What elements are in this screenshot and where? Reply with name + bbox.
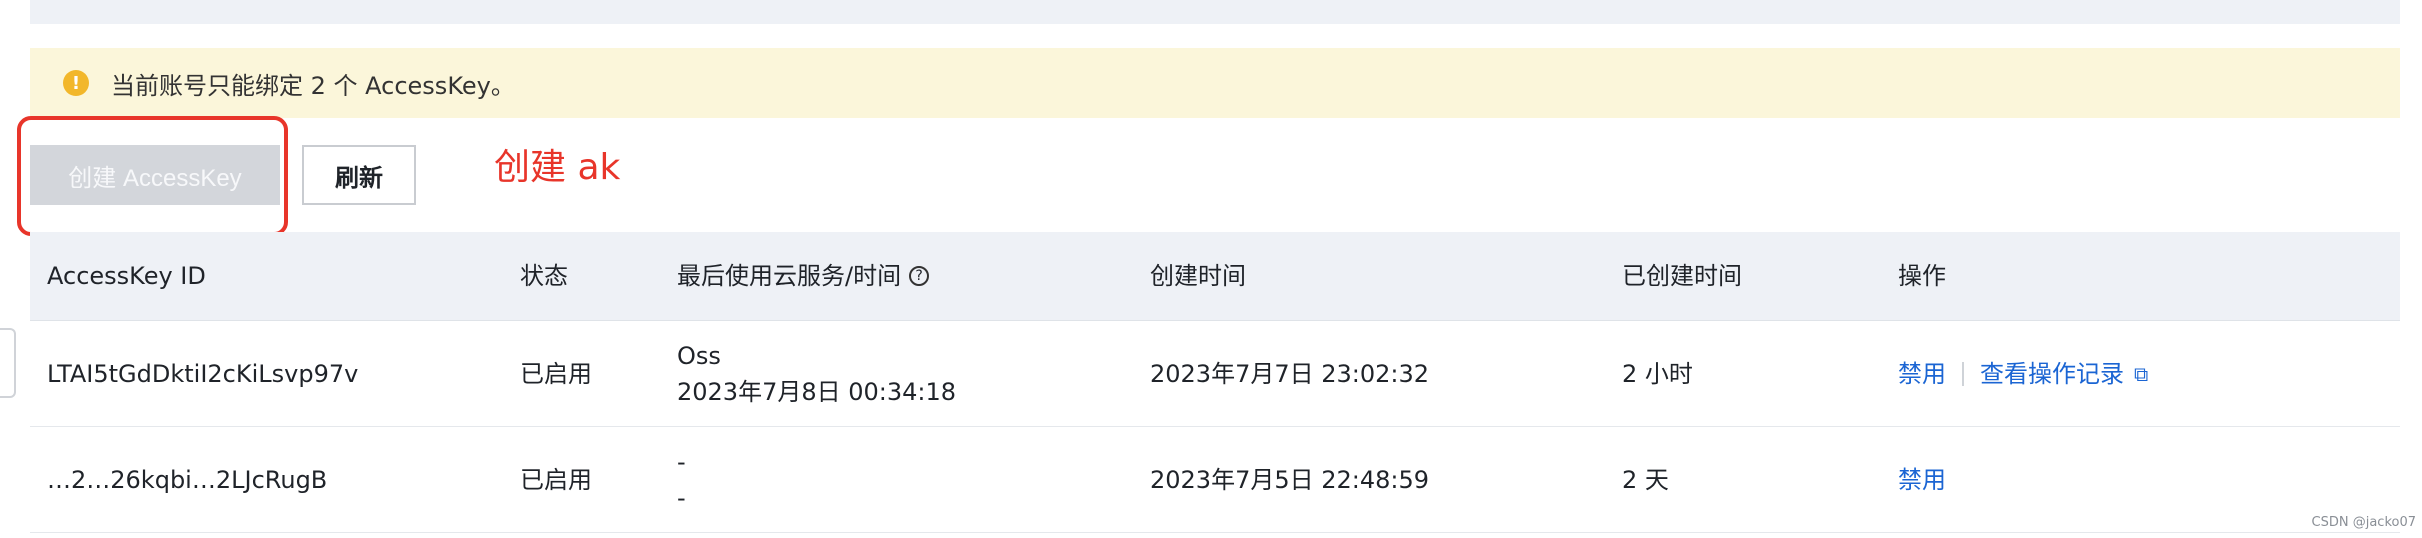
side-collapse-handle[interactable]	[0, 328, 16, 398]
status-text: 已启用	[520, 359, 592, 388]
age: 2 天	[1622, 465, 1669, 494]
header-age: 已创建时间	[1622, 262, 1742, 290]
watermark: CSDN @jacko07	[2311, 515, 2416, 530]
header-status: 状态	[520, 262, 568, 290]
created-at: 2023年7月5日 22:48:59	[1150, 465, 1430, 494]
last-used: - -	[677, 427, 686, 532]
warning-icon: !	[63, 70, 89, 96]
table-row: LTAI5tGdDktiI2cKiLsvp97v 已启用 Oss 2023年7月…	[30, 321, 2400, 427]
header-accesskey-id: AccessKey ID	[47, 262, 206, 290]
last-time: -	[677, 483, 686, 512]
disable-link[interactable]: 禁用	[1898, 356, 1946, 392]
info-alert: ! 当前账号只能绑定 2 个 AccessKey。	[30, 48, 2400, 118]
refresh-button[interactable]: 刷新	[302, 145, 416, 205]
top-panel-strip	[30, 0, 2400, 24]
row-operations: 禁用 查看操作记录 ⧉	[1898, 321, 2148, 426]
last-used: Oss 2023年7月8日 00:34:18	[677, 321, 956, 426]
accesskey-table: AccessKey ID 状态 最后使用云服务/时间 ? 创建时间 已创建时间 …	[30, 232, 2400, 533]
created-at: 2023年7月7日 23:02:32	[1150, 359, 1430, 388]
accesskey-id: …2…26kqbi…2LJcRugB	[47, 465, 328, 494]
alert-text: 当前账号只能绑定 2 个 AccessKey。	[111, 71, 515, 100]
table-row: …2…26kqbi…2LJcRugB 已启用 - - 2023年7月5日 22:…	[30, 427, 2400, 533]
header-last-used-label: 最后使用云服务/时间	[677, 262, 902, 290]
header-created-at: 创建时间	[1150, 262, 1246, 290]
table-header: AccessKey ID 状态 最后使用云服务/时间 ? 创建时间 已创建时间 …	[30, 232, 2400, 321]
last-service: Oss	[677, 341, 721, 370]
disable-link[interactable]: 禁用	[1898, 462, 1946, 498]
header-operations: 操作	[1898, 262, 1946, 290]
header-last-used: 最后使用云服务/时间 ?	[677, 232, 930, 320]
ops-separator	[1962, 361, 1964, 386]
external-link-icon[interactable]: ⧉	[2134, 356, 2148, 392]
annotation-highlight-box	[17, 116, 288, 236]
age: 2 小时	[1622, 359, 1693, 388]
accesskey-id: LTAI5tGdDktiI2cKiLsvp97v	[47, 359, 359, 388]
row-operations: 禁用	[1898, 427, 1946, 532]
annotation-note: 创建 ak	[494, 147, 621, 188]
last-time: 2023年7月8日 00:34:18	[677, 377, 957, 406]
status-text: 已启用	[520, 465, 592, 494]
last-service: -	[677, 447, 686, 476]
view-logs-link[interactable]: 查看操作记录	[1980, 356, 2124, 392]
help-icon[interactable]: ?	[909, 266, 930, 286]
